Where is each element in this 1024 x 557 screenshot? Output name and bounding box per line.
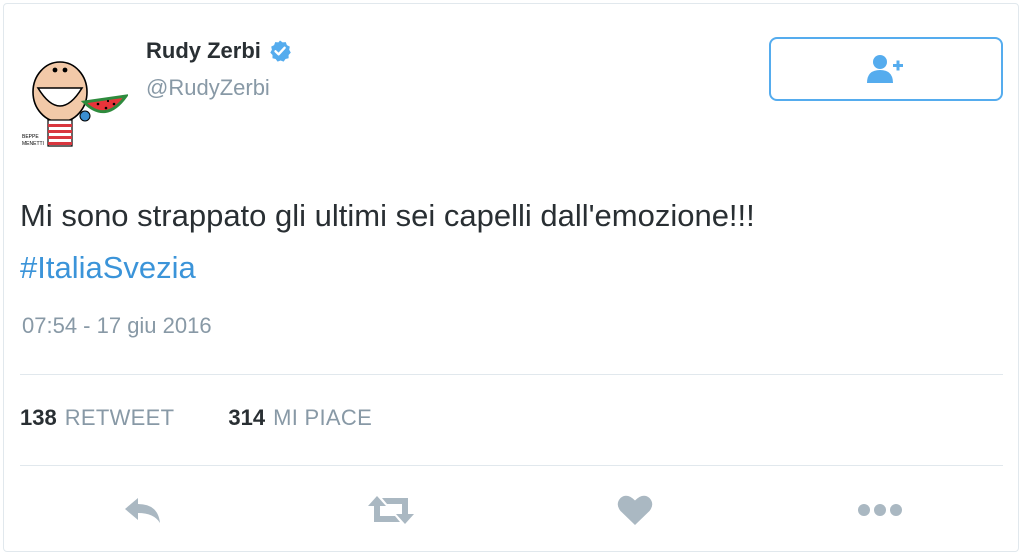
action-bar [0,490,1024,530]
verified-badge-icon [270,40,291,62]
like-count: 314 [228,405,266,430]
retweet-label: RETWEET [64,405,175,430]
svg-text:BEPPE: BEPPE [22,134,39,140]
retweet-button[interactable] [366,492,416,528]
user-name[interactable]: Rudy Zerbi [146,38,261,64]
svg-text:MENETTI: MENETTI [22,141,44,147]
tweet-stats: 138 RETWEET 314 MI PIACE [20,405,426,431]
reply-icon [125,498,160,523]
user-avatar[interactable]: BEPPE MENETTI [18,44,128,148]
tweet-body: Mi sono strappato gli ultimi sei capelli… [20,190,980,294]
divider-bottom [20,465,1003,466]
retweet-stat[interactable]: 138 RETWEET [20,405,174,431]
user-handle[interactable]: @RudyZerbi [146,75,270,101]
like-label: MI PIACE [273,405,373,430]
more-button[interactable] [856,492,904,528]
user-name-row: Rudy Zerbi [146,38,292,64]
reply-button[interactable] [121,492,165,528]
follow-button[interactable] [769,37,1003,101]
more-dots-icon [858,504,902,516]
divider-top [20,374,1003,375]
tweet-timestamp[interactable]: 07:54 - 17 giu 2016 [22,313,212,339]
follow-user-plus-icon [867,55,903,83]
tweet-text: Mi sono strappato gli ultimi sei capelli… [20,198,755,233]
hashtag-link[interactable]: #ItaliaSvezia [20,242,980,294]
retweet-icon [368,496,414,524]
retweet-count: 138 [20,405,57,430]
like-stat[interactable]: 314 MI PIACE [228,405,372,431]
heart-icon [617,495,653,525]
like-button[interactable] [614,492,656,528]
